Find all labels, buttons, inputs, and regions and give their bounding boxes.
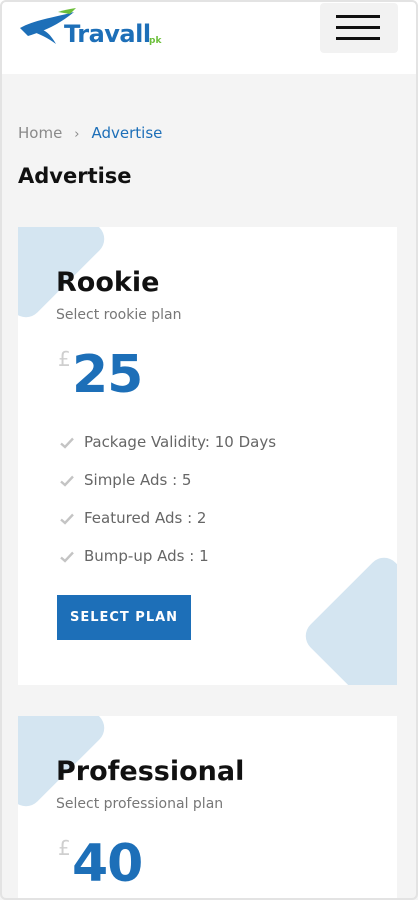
plan-subtitle: Select rookie plan <box>56 307 182 323</box>
currency-symbol: £ <box>58 347 71 371</box>
plan-name: Rookie <box>56 267 160 298</box>
plan-price: 25 <box>72 345 143 405</box>
check-icon <box>60 551 74 563</box>
logo-text: Travall <box>64 20 151 48</box>
hamburger-menu-icon <box>336 37 380 40</box>
feature-item: Bump-up Ads : 1 <box>58 547 276 585</box>
plan-price: 40 <box>72 834 143 894</box>
feature-text: Featured Ads : 2 <box>84 509 207 527</box>
plan-subtitle: Select professional plan <box>56 796 224 812</box>
breadcrumb: Home › Advertise <box>18 124 162 142</box>
page-title: Advertise <box>18 164 132 188</box>
feature-item: Simple Ads : 5 <box>58 471 276 509</box>
breadcrumb-home-link[interactable]: Home <box>18 124 62 142</box>
check-icon <box>60 513 74 525</box>
feature-text: Simple Ads : 5 <box>84 471 192 489</box>
feature-text: Bump-up Ads : 1 <box>84 547 209 565</box>
plan-card-professional: Professional Select professional plan £ … <box>18 716 397 900</box>
plan-name: Professional <box>56 756 245 787</box>
brand-logo[interactable]: Travall pk <box>18 6 168 56</box>
hamburger-menu-button[interactable] <box>320 3 398 53</box>
plan-card-rookie: Rookie Select rookie plan £ 25 Package V… <box>18 227 397 685</box>
card-decoration <box>299 551 397 685</box>
hamburger-menu-icon <box>336 15 380 18</box>
hamburger-menu-icon <box>336 26 380 29</box>
feature-list: Package Validity: 10 Days Simple Ads : 5… <box>58 433 276 585</box>
check-icon <box>60 437 74 449</box>
currency-symbol: £ <box>58 836 71 860</box>
breadcrumb-current: Advertise <box>91 124 163 142</box>
select-plan-button[interactable]: SELECT PLAN <box>57 595 191 640</box>
breadcrumb-separator: › <box>74 127 80 142</box>
feature-text: Package Validity: 10 Days <box>84 433 277 451</box>
feature-item: Featured Ads : 2 <box>58 509 276 547</box>
site-header: Travall pk <box>0 0 418 74</box>
check-icon <box>60 475 74 487</box>
feature-item: Package Validity: 10 Days <box>58 433 276 471</box>
logo-sub: pk <box>149 36 162 46</box>
